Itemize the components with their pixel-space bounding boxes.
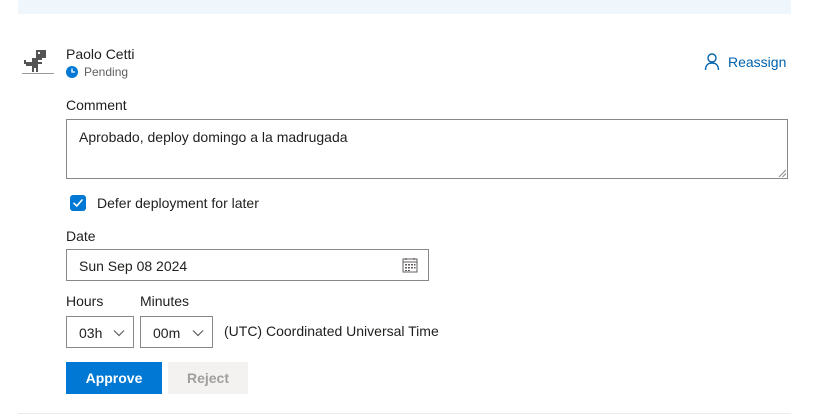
minutes-value: 00m (153, 325, 181, 341)
minutes-label: Minutes (140, 293, 190, 309)
chevron-down-icon (192, 330, 204, 337)
reassign-button[interactable]: Reassign (704, 53, 786, 71)
reassign-label: Reassign (728, 54, 787, 70)
resize-grip-icon[interactable] (778, 169, 786, 177)
person-icon (704, 53, 720, 71)
status-text: Pending (84, 65, 129, 79)
chevron-down-icon (113, 330, 125, 337)
comment-text: Aprobado, deploy domingo a la madrugada (79, 129, 348, 145)
approval-status: Pending (66, 65, 128, 79)
hours-select[interactable]: 03h (66, 316, 134, 348)
checkmark-icon (73, 199, 83, 207)
avatar (22, 46, 54, 78)
date-picker[interactable]: Sun Sep 08 2024 (66, 249, 429, 281)
comment-textarea[interactable]: Aprobado, deploy domingo a la madrugada (66, 119, 788, 179)
minutes-select[interactable]: 00m (140, 316, 213, 348)
date-value: Sun Sep 08 2024 (79, 258, 188, 274)
defer-checkbox-label[interactable]: Defer deployment for later (97, 195, 259, 211)
clock-icon (66, 66, 78, 78)
divider (18, 413, 791, 414)
approve-button[interactable]: Approve (66, 362, 162, 394)
reject-button[interactable]: Reject (168, 362, 248, 394)
calendar-icon[interactable] (402, 257, 418, 273)
dinosaur-icon (22, 50, 54, 74)
defer-checkbox[interactable] (70, 195, 86, 211)
comment-label: Comment (66, 97, 127, 113)
timezone-text: (UTC) Coordinated Universal Time (224, 323, 439, 339)
hours-label: Hours (66, 293, 104, 309)
hours-value: 03h (79, 325, 103, 341)
approver-name: Paolo Cetti (66, 46, 135, 62)
top-banner (18, 0, 791, 14)
date-label: Date (66, 228, 96, 244)
